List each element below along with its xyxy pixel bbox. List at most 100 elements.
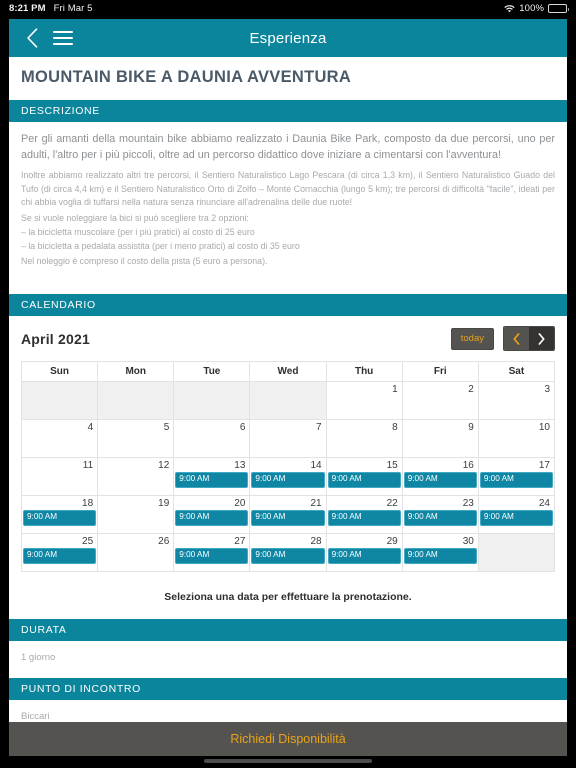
- calendar-day-number: 12: [158, 459, 170, 471]
- description-lines: Se si vuole noleggiare la bici si può sc…: [21, 211, 555, 268]
- calendar-day-cell[interactable]: 4: [20, 418, 99, 458]
- battery-percent: 100%: [519, 3, 544, 14]
- calendar-day-cell[interactable]: 23 9:00 AM: [401, 494, 479, 534]
- navigation-bar: Esperienza: [9, 19, 567, 57]
- calendar-day-cell[interactable]: 29 9:00 AM: [325, 532, 403, 572]
- calendar-day-cell: [97, 380, 175, 420]
- calendar-day-cell[interactable]: 3: [477, 380, 556, 420]
- calendar-event[interactable]: 9:00 AM: [251, 472, 325, 488]
- calendar-event[interactable]: 9:00 AM: [403, 472, 477, 488]
- calendar-day-cell[interactable]: 21 9:00 AM: [249, 494, 327, 534]
- hamburger-menu-icon[interactable]: [53, 26, 81, 50]
- calendar-day-cell[interactable]: 12: [97, 456, 175, 496]
- calendar-event[interactable]: 9:00 AM: [23, 510, 97, 526]
- calendar-day-cell[interactable]: 28 9:00 AM: [249, 532, 327, 572]
- home-indicator: [204, 759, 372, 763]
- calendar-event[interactable]: 9:00 AM: [327, 548, 401, 564]
- calendar-day-number: 30: [462, 535, 474, 547]
- prev-month-button[interactable]: [504, 327, 529, 351]
- calendar-day-cell[interactable]: 18 9:00 AM: [20, 494, 99, 534]
- description-lead: Per gli amanti della mountain bike abbia…: [21, 133, 555, 161]
- calendar-buttons: today: [450, 326, 555, 352]
- calendar-day-number: [479, 534, 554, 536]
- calendar-body: 1 2 3 4 5 6 7 8 9 10 11 12 13 9:00 AM 14 9:00 AM 15 9:00 …: [20, 380, 556, 572]
- calendar-event[interactable]: 9:00 AM: [251, 548, 325, 564]
- weekday-header: Sat: [477, 360, 556, 382]
- calendar-day-number: [250, 382, 325, 384]
- calendar-day-cell[interactable]: 16 9:00 AM: [401, 456, 479, 496]
- today-button[interactable]: today: [450, 327, 494, 351]
- calendar-week-row: 11 12 13 9:00 AM 14 9:00 AM 15 9:00 AM 16 9:00 AM…: [20, 456, 556, 496]
- calendar-event[interactable]: 9:00 AM: [175, 510, 249, 526]
- wifi-icon: [504, 4, 515, 13]
- calendar-day-cell[interactable]: 20 9:00 AM: [173, 494, 251, 534]
- chevron-left-icon: [513, 332, 520, 345]
- calendar-day-cell[interactable]: 11: [20, 456, 99, 496]
- calendar-day-cell[interactable]: 15 9:00 AM: [325, 456, 403, 496]
- calendar-day-number: 1: [392, 383, 398, 395]
- calendar-day-cell[interactable]: 14 9:00 AM: [249, 456, 327, 496]
- app-viewport: Esperienza MOUNTAIN BIKE A DAUNIA AVVENT…: [9, 19, 567, 756]
- calendar-day-cell[interactable]: 25 9:00 AM: [20, 532, 99, 572]
- calendar-week-row: 25 9:00 AM 26 27 9:00 AM 28 9:00 AM 29 9:00 AM 30…: [20, 532, 556, 572]
- calendar-event[interactable]: 9:00 AM: [479, 510, 553, 526]
- scroll-content: MOUNTAIN BIKE A DAUNIA AVVENTURA DESCRIZ…: [9, 57, 567, 756]
- weekday-header: Fri: [401, 360, 479, 382]
- calendar-day-cell[interactable]: 22 9:00 AM: [325, 494, 403, 534]
- descrizione-body: Per gli amanti della mountain bike abbia…: [9, 122, 567, 280]
- status-bar: 8:21 PM Fri Mar 5 100%: [0, 0, 576, 17]
- calendar-day-cell[interactable]: 27 9:00 AM: [173, 532, 251, 572]
- calendar-day-cell[interactable]: 7: [249, 418, 327, 458]
- calendar-day-cell[interactable]: 26: [97, 532, 175, 572]
- hamburger-line: [53, 31, 73, 33]
- calendar-day-cell[interactable]: 6: [173, 418, 251, 458]
- calendar-day-cell[interactable]: 24 9:00 AM: [477, 494, 556, 534]
- section-header-calendario: CALENDARIO: [9, 293, 567, 316]
- calendar-event[interactable]: 9:00 AM: [403, 510, 477, 526]
- calendar-day-number: 11: [82, 459, 94, 471]
- status-bar-right: 100%: [504, 3, 569, 14]
- calendar-event[interactable]: 9:00 AM: [327, 472, 401, 488]
- calendar-day-number: 14: [310, 459, 322, 471]
- calendar-event[interactable]: 9:00 AM: [175, 548, 249, 564]
- battery-icon: [548, 4, 569, 13]
- calendar-day-number: 26: [158, 535, 170, 547]
- request-availability-button[interactable]: Richiedi Disponibilità: [9, 722, 567, 756]
- calendar-event[interactable]: 9:00 AM: [251, 510, 325, 526]
- next-month-button[interactable]: [529, 327, 554, 351]
- description-line: – la bicicletta a pedalata assistita (pe…: [21, 241, 300, 252]
- calendar-day-cell[interactable]: 17 9:00 AM: [477, 456, 556, 496]
- calendar-toolbar: April 2021 today: [21, 326, 555, 352]
- calendar-day-number: 9: [468, 421, 474, 433]
- weekday-header: Tue: [173, 360, 251, 382]
- calendar-hint: Seleziona una data per effettuare la pre…: [9, 579, 567, 619]
- calendar-day-cell[interactable]: 30 9:00 AM: [401, 532, 479, 572]
- calendar-nav-group: [503, 326, 555, 352]
- calendar-week-row: 18 9:00 AM 19 20 9:00 AM 21 9:00 AM 22 9:00 AM 23…: [20, 494, 556, 534]
- calendar-event[interactable]: 9:00 AM: [479, 472, 553, 488]
- calendar-day-cell[interactable]: 13 9:00 AM: [173, 456, 251, 496]
- calendar-day-number: 27: [234, 535, 246, 547]
- calendar-day-number: 19: [158, 497, 170, 509]
- calendar-day-number: 2: [468, 383, 474, 395]
- calendar-day-cell[interactable]: 9: [401, 418, 479, 458]
- back-button[interactable]: [21, 26, 43, 50]
- weekday-header: Wed: [249, 360, 327, 382]
- calendar-day-cell[interactable]: 5: [97, 418, 175, 458]
- calendar-event[interactable]: 9:00 AM: [327, 510, 401, 526]
- calendar-day-number: 28: [310, 535, 322, 547]
- calendar-day-cell[interactable]: 10: [477, 418, 556, 458]
- calendar-event[interactable]: 9:00 AM: [403, 548, 477, 564]
- hamburger-line: [53, 37, 73, 39]
- description-line: Nel noleggio è compreso il costo della p…: [21, 255, 268, 266]
- description-line: – la bicicletta muscolare (per i più pra…: [21, 227, 255, 238]
- calendar-day-cell[interactable]: 8: [325, 418, 403, 458]
- calendar-day-cell[interactable]: 19: [97, 494, 175, 534]
- calendar-day-number: 16: [462, 459, 474, 471]
- calendar-event[interactable]: 9:00 AM: [23, 548, 97, 564]
- calendar-day-number: 22: [386, 497, 398, 509]
- calendar-event[interactable]: 9:00 AM: [175, 472, 249, 488]
- calendar-day-cell[interactable]: 1: [325, 380, 403, 420]
- page-title: MOUNTAIN BIKE A DAUNIA AVVENTURA: [21, 68, 352, 86]
- calendar-day-cell[interactable]: 2: [401, 380, 479, 420]
